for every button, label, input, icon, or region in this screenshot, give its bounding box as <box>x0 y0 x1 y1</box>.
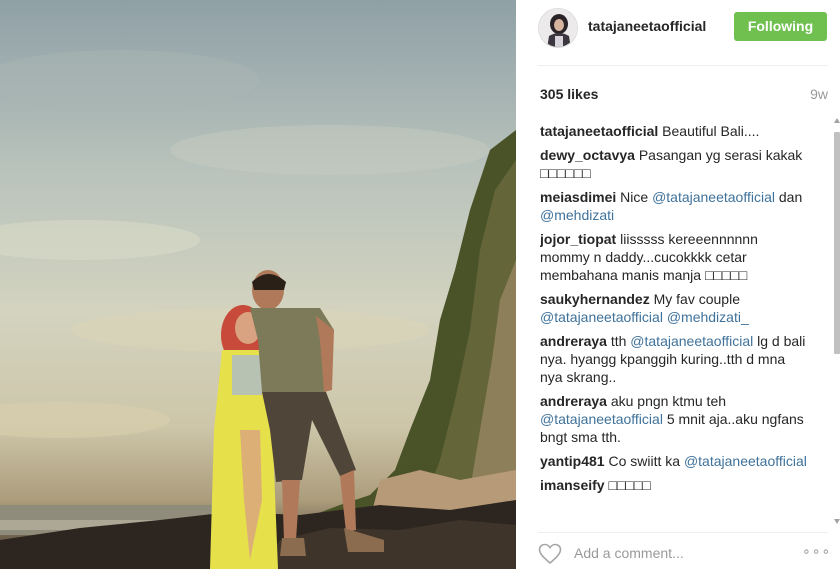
heart-icon-shape <box>538 543 562 565</box>
comment-item: dewy_octavya Pasangan yg serasi kakak □□… <box>540 146 810 182</box>
comment-mention-link[interactable]: @tatajaneetaofficial <box>540 309 663 325</box>
avatar-image <box>539 9 577 47</box>
comment-text: My fav couple <box>653 291 740 307</box>
likes-row: 305 likes 9w <box>538 86 828 106</box>
more-options-icon[interactable]: ∘∘∘ <box>802 543 830 561</box>
scroll-down-icon[interactable] <box>834 519 840 524</box>
comment-item: andreraya aku pngn ktmu teh @tatajaneeta… <box>540 392 810 446</box>
comment-text: Beautiful Bali.... <box>662 123 760 139</box>
comment-item: imanseify □□□□□ <box>540 476 810 494</box>
post-footer: ∘∘∘ <box>538 532 830 569</box>
comments-list: tatajaneetaofficial Beautiful Bali.... de… <box>540 122 810 524</box>
post-photo[interactable] <box>0 0 516 569</box>
comment-text: dan <box>775 189 803 205</box>
comment-item: jojor_tiopat liisssss kereeennnnnn mommy… <box>540 230 810 284</box>
comment-mention-link[interactable]: @mehdizati <box>540 207 614 223</box>
comment-text: tth <box>610 333 631 349</box>
comment-username[interactable]: andreraya <box>540 393 607 409</box>
comment-item: yantip481 Co swiitt ka @tatajaneetaoffic… <box>540 452 810 470</box>
likes-count[interactable]: 305 likes <box>540 86 598 102</box>
comment-username[interactable]: saukyhernandez <box>540 291 650 307</box>
scroll-up-icon[interactable] <box>834 118 840 123</box>
header-username[interactable]: tatajaneetaofficial <box>588 18 706 34</box>
comment-text: Co swiitt ka <box>608 453 684 469</box>
comment-text: Nice <box>620 189 653 205</box>
comment-username[interactable]: andreraya <box>540 333 607 349</box>
post-time[interactable]: 9w <box>810 86 828 102</box>
profile-avatar[interactable] <box>538 8 578 48</box>
comment-username[interactable]: tatajaneetaofficial <box>540 123 658 139</box>
comment-username[interactable]: dewy_octavya <box>540 147 635 163</box>
comment-item: saukyhernandez My fav couple @tatajaneet… <box>540 290 810 326</box>
comment-mention-link[interactable]: @tatajaneetaofficial <box>630 333 753 349</box>
comment-username[interactable]: imanseify <box>540 477 605 493</box>
photo-scene <box>0 50 516 569</box>
heart-icon[interactable] <box>538 543 562 565</box>
comment-username[interactable]: jojor_tiopat <box>540 231 616 247</box>
comment-text: aku pngn ktmu teh <box>610 393 727 409</box>
comment-username[interactable]: meiasdimei <box>540 189 616 205</box>
following-button[interactable]: Following <box>734 12 827 41</box>
post-panel: tatajaneetaofficial Following 305 likes … <box>516 0 840 569</box>
post-header: tatajaneetaofficial Following <box>538 0 828 66</box>
add-comment-input[interactable] <box>574 545 794 561</box>
comment-mention-link[interactable]: @tatajaneetaofficial <box>684 453 807 469</box>
comment-mention-link[interactable]: @tatajaneetaofficial <box>652 189 775 205</box>
comment-username[interactable]: yantip481 <box>540 453 605 469</box>
comment-item: tatajaneetaofficial Beautiful Bali.... <box>540 122 810 140</box>
comments-scrollbar[interactable] <box>834 118 840 524</box>
comment-mention-link[interactable]: @mehdizati_ <box>667 309 749 325</box>
comment-item: andreraya tth @tatajaneetaofficial lg d … <box>540 332 810 386</box>
comment-item: meiasdimei Nice @tatajaneetaofficial dan… <box>540 188 810 224</box>
comment-mention-link[interactable]: @tatajaneetaofficial <box>540 411 663 427</box>
scroll-thumb[interactable] <box>834 132 840 354</box>
comment-text: □□□□□ <box>608 477 651 493</box>
